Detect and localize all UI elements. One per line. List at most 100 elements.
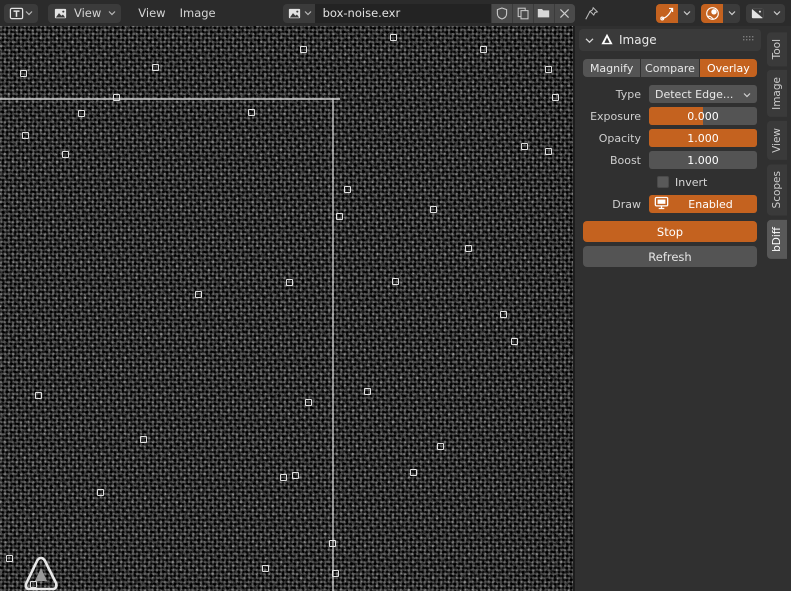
view-transform-button[interactable] xyxy=(656,3,678,23)
grip-dots-icon[interactable] xyxy=(743,34,755,47)
edge-marker xyxy=(511,338,518,345)
image-icon xyxy=(52,5,68,21)
edge-marker xyxy=(262,565,269,572)
image-icon xyxy=(287,5,303,21)
boost-slider[interactable]: 1.000 xyxy=(649,151,757,169)
edge-marker xyxy=(305,399,312,406)
edge-marker xyxy=(336,213,343,220)
invert-row: Invert xyxy=(583,173,757,191)
edge-marker xyxy=(521,143,528,150)
edge-marker xyxy=(286,279,293,286)
view-transform-dropdown[interactable] xyxy=(678,3,695,23)
type-dropdown[interactable]: Detect Edge... xyxy=(649,85,757,103)
overlay-vertical-line xyxy=(332,98,334,591)
tab-compare[interactable]: Compare xyxy=(641,59,699,77)
edge-marker xyxy=(97,489,104,496)
edge-marker xyxy=(78,110,85,117)
image-canvas[interactable] xyxy=(0,26,573,591)
edge-marker xyxy=(140,436,147,443)
chevron-down-icon xyxy=(107,4,117,23)
type-row: Type Detect Edge... xyxy=(583,85,757,103)
edge-marker xyxy=(465,245,472,252)
overlay-horizontal-line xyxy=(0,98,340,100)
edge-marker xyxy=(364,388,371,395)
sidebar-panel: Image Magnify Compare Overlay Type Detec… xyxy=(575,26,765,591)
image-panel-header[interactable]: Image xyxy=(579,29,761,51)
edge-marker xyxy=(248,109,255,116)
image-editor-icon xyxy=(8,5,24,21)
opacity-slider[interactable]: 1.000 xyxy=(649,129,757,147)
edge-marker xyxy=(480,46,487,53)
invert-checkbox[interactable] xyxy=(657,176,669,188)
chevron-down-icon xyxy=(24,4,34,23)
boost-value: 1.000 xyxy=(687,153,719,167)
overlays-dropdown[interactable] xyxy=(768,3,785,23)
sidebar-item-image[interactable]: Image xyxy=(767,70,787,118)
triangle-icon xyxy=(600,32,614,49)
edge-marker xyxy=(152,64,159,71)
editor-header: View View Image box-noise.exr xyxy=(0,0,791,26)
stop-button[interactable]: Stop xyxy=(583,221,757,242)
edge-marker xyxy=(329,540,336,547)
chevron-down-icon xyxy=(743,88,751,101)
image-datablock: box-noise.exr xyxy=(282,3,575,23)
edge-marker xyxy=(280,474,287,481)
sidebar-item-bdiff[interactable]: bDiff xyxy=(767,219,787,259)
tab-overlay[interactable]: Overlay xyxy=(699,59,757,77)
fake-user-button[interactable] xyxy=(491,3,512,23)
edge-marker xyxy=(344,186,351,193)
tab-magnify[interactable]: Magnify xyxy=(583,59,641,77)
edge-marker xyxy=(392,278,399,285)
sidebar-tab-strip: Tool Image View Scopes bDiff xyxy=(765,26,791,591)
refresh-button[interactable]: Refresh xyxy=(583,246,757,267)
opacity-label: Opacity xyxy=(598,131,641,145)
opacity-value: 1.000 xyxy=(687,131,719,145)
triangle-logo xyxy=(20,554,62,591)
edge-marker xyxy=(410,469,417,476)
sidebar-item-view[interactable]: View xyxy=(767,121,787,161)
edge-marker xyxy=(300,46,307,53)
gizmo-button[interactable] xyxy=(701,3,723,23)
exposure-slider[interactable]: 0.000 xyxy=(649,107,757,125)
edge-marker xyxy=(113,94,120,101)
sidebar-item-tool[interactable]: Tool xyxy=(767,32,787,67)
edge-marker xyxy=(6,555,13,562)
edge-marker xyxy=(35,392,42,399)
unlink-image-button[interactable] xyxy=(554,3,575,23)
sidebar-item-scopes[interactable]: Scopes xyxy=(767,164,787,216)
chevron-down-icon[interactable] xyxy=(585,34,594,47)
edge-marker xyxy=(552,94,559,101)
image-name-field[interactable]: box-noise.exr xyxy=(314,3,491,23)
new-image-button[interactable] xyxy=(512,3,533,23)
menu-view[interactable]: View xyxy=(131,4,172,23)
edge-marker xyxy=(20,70,27,77)
image-datablock-browse[interactable] xyxy=(283,4,315,23)
editor-type-selector[interactable] xyxy=(4,3,38,23)
gizmo-dropdown[interactable] xyxy=(723,3,740,23)
opacity-row: Opacity 1.000 xyxy=(583,129,757,147)
menu-image[interactable]: Image xyxy=(173,4,223,23)
image-panel-body: Magnify Compare Overlay Type Detect Edge… xyxy=(575,51,765,267)
exposure-value: 0.000 xyxy=(687,109,719,123)
draw-row: Draw Enabled xyxy=(583,195,757,213)
edge-marker xyxy=(292,472,299,479)
draw-value: Enabled xyxy=(688,197,733,211)
edge-marker xyxy=(545,148,552,155)
edge-marker xyxy=(195,291,202,298)
edge-marker xyxy=(500,311,507,318)
mode-segmented-control: Magnify Compare Overlay xyxy=(583,59,757,77)
edge-marker xyxy=(332,570,339,577)
panel-title: Image xyxy=(619,33,657,47)
boost-label: Boost xyxy=(609,153,641,167)
draw-toggle[interactable]: Enabled xyxy=(649,195,757,213)
exposure-label: Exposure xyxy=(590,109,641,123)
image-mode-dropdown[interactable]: View xyxy=(48,3,122,23)
image-mode-label: View xyxy=(74,6,102,20)
pin-button[interactable] xyxy=(581,4,603,23)
open-image-button[interactable] xyxy=(533,3,554,23)
edge-marker xyxy=(545,66,552,73)
image-editor-window: View View Image box-noise.exr Image Magn… xyxy=(0,0,791,591)
overlays-button[interactable] xyxy=(746,3,768,23)
exposure-row: Exposure 0.000 xyxy=(583,107,757,125)
edge-marker xyxy=(437,443,444,450)
